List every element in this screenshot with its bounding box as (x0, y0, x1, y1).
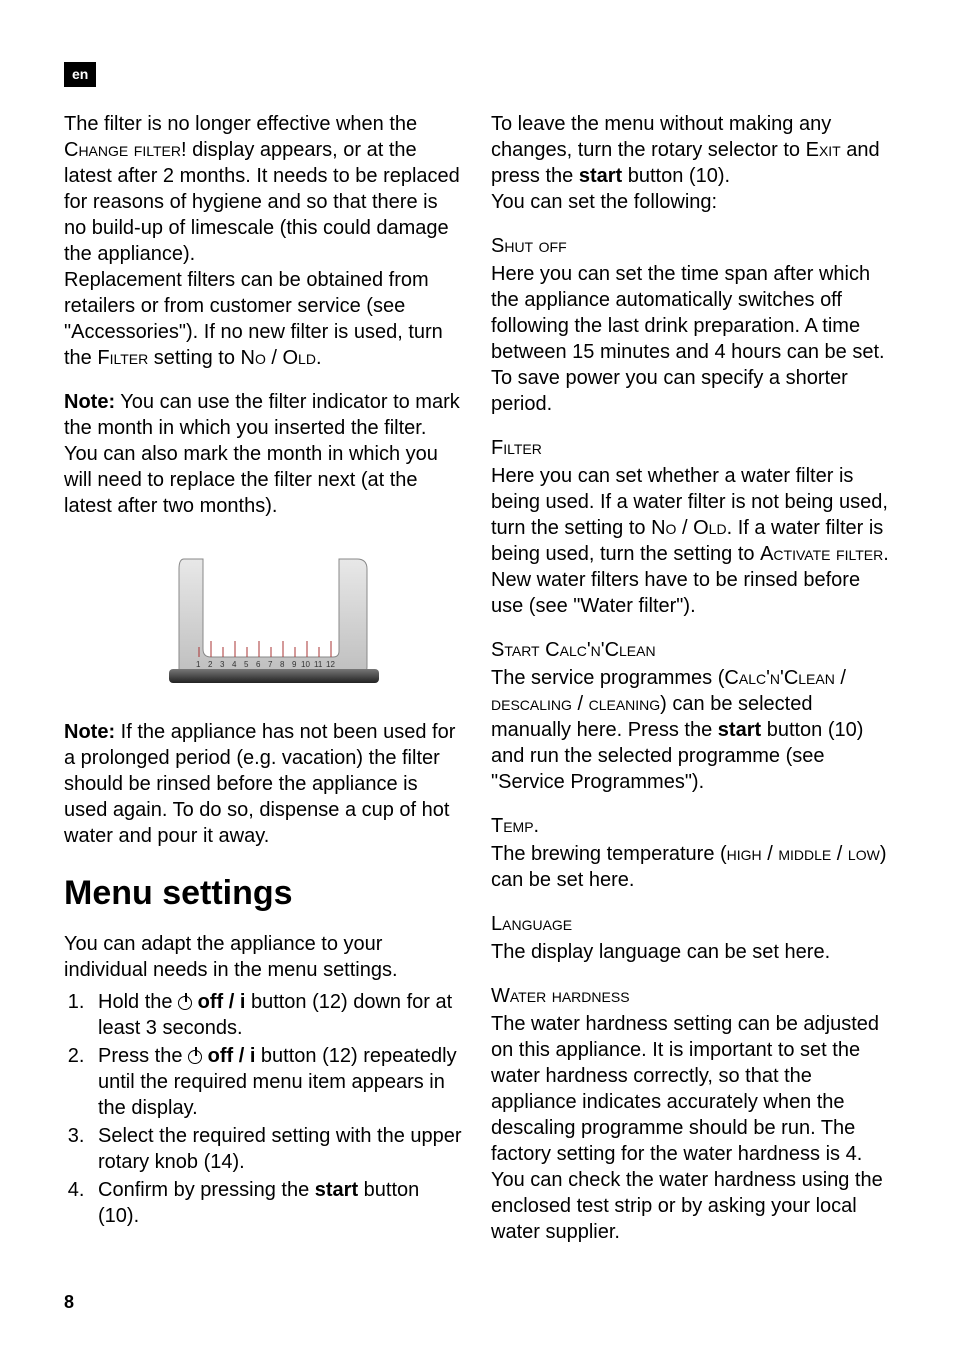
shut-off-body: Here you can set the time span after whi… (491, 261, 890, 417)
svg-text:10: 10 (301, 660, 310, 669)
no-old-label: No / Old (241, 347, 316, 369)
text: The service programmes ( (491, 667, 724, 689)
svg-text:5: 5 (244, 660, 249, 669)
no-old-label: No / Old (651, 517, 726, 539)
svg-text:12: 12 (326, 660, 335, 669)
start-calcnclean-body: The service programmes (Calc'n'Clean / d… (491, 665, 890, 795)
activate-filter-label: Activate filter (760, 543, 883, 565)
follow-text: You can set the following: (491, 189, 890, 215)
text: Hold the (98, 991, 178, 1013)
water-hardness-heading: Water hardness (491, 983, 890, 1009)
text: / (835, 667, 846, 689)
filter-heading: Filter (491, 435, 890, 461)
text: / (572, 693, 589, 715)
text: / (762, 843, 779, 865)
start-button-label: start (315, 1179, 358, 1201)
power-icon (188, 1050, 202, 1064)
water-hardness-body: The water hardness setting can be adjust… (491, 1011, 890, 1245)
exit-label: Exit (806, 139, 841, 161)
svg-text:7: 7 (268, 660, 273, 669)
text: button (10). (622, 165, 730, 187)
svg-text:4: 4 (232, 660, 237, 669)
temp-body: The brewing temperature (high / middle /… (491, 841, 890, 893)
text: Confirm by pressing the (98, 1179, 315, 1201)
filter-body: Here you can set whether a water filter … (491, 463, 890, 619)
svg-text:8: 8 (280, 660, 285, 669)
text: . (316, 347, 322, 369)
text: The brewing temperature ( (491, 843, 727, 865)
cleaning-label: cleaning (589, 693, 661, 715)
leave-menu-paragraph: To leave the menu without making any cha… (491, 111, 890, 215)
filter-month-indicator-figure: 123456789101112 (129, 539, 399, 699)
note-label: Note: (64, 391, 115, 413)
menu-settings-heading: Menu settings (64, 871, 463, 915)
menu-steps-list: Hold the off / i button (12) down for at… (64, 989, 463, 1229)
text: The filter is no longer effective when t… (64, 113, 417, 135)
svg-text:11: 11 (314, 660, 323, 669)
list-item: Hold the off / i button (12) down for at… (90, 989, 463, 1041)
start-button-label: start (718, 719, 761, 741)
high-label: high (727, 843, 762, 865)
list-item: Press the off / i button (12) repeatedly… (90, 1043, 463, 1121)
list-item: Confirm by pressing the start button (10… (90, 1177, 463, 1229)
low-label: low (848, 843, 880, 865)
menu-intro: You can adapt the appliance to your indi… (64, 931, 463, 983)
calcnclean-label: Calc'n'Clean (724, 667, 834, 689)
note-label: Note: (64, 721, 115, 743)
start-button-label: start (579, 165, 622, 187)
start-calcnclean-heading: Start Calc'n'Clean (491, 637, 890, 663)
language-heading: Language (491, 911, 890, 937)
page-number: 8 (64, 1291, 74, 1314)
right-column: To leave the menu without making any cha… (491, 111, 890, 1263)
note-appliance-unused: Note: If the appliance has not been used… (64, 719, 463, 849)
note-filter-indicator: Note: You can use the filter indicator t… (64, 389, 463, 519)
filter-setting-label: Filter (97, 347, 148, 369)
filter-effectiveness-paragraph: The filter is no longer effective when t… (64, 111, 463, 371)
temp-heading: Temp. (491, 813, 890, 839)
language-body: The display language can be set here. (491, 939, 890, 965)
note-body: If the appliance has not been used for a… (64, 721, 455, 847)
off-i-button-label: off / i (208, 1045, 256, 1067)
text: / (831, 843, 848, 865)
change-filter-display-label: Change filter! (64, 139, 187, 161)
descaling-label: descaling (491, 693, 572, 715)
list-item: Select the required setting with the upp… (90, 1123, 463, 1175)
power-icon (178, 996, 192, 1010)
text: Press the (98, 1045, 188, 1067)
middle-label: middle (778, 843, 831, 865)
svg-text:3: 3 (220, 660, 225, 669)
language-badge: en (64, 62, 96, 87)
text: To leave the menu without making any cha… (491, 113, 831, 161)
two-column-layout: The filter is no longer effective when t… (64, 111, 890, 1263)
svg-text:9: 9 (292, 660, 297, 669)
off-i-button-label: off / i (198, 991, 246, 1013)
note-body: You can use the filter indicator to mark… (64, 391, 460, 517)
svg-text:1: 1 (196, 660, 201, 669)
shut-off-heading: Shut off (491, 233, 890, 259)
text: setting to (148, 347, 240, 369)
svg-text:2: 2 (208, 660, 213, 669)
left-column: The filter is no longer effective when t… (64, 111, 463, 1263)
svg-text:6: 6 (256, 660, 261, 669)
